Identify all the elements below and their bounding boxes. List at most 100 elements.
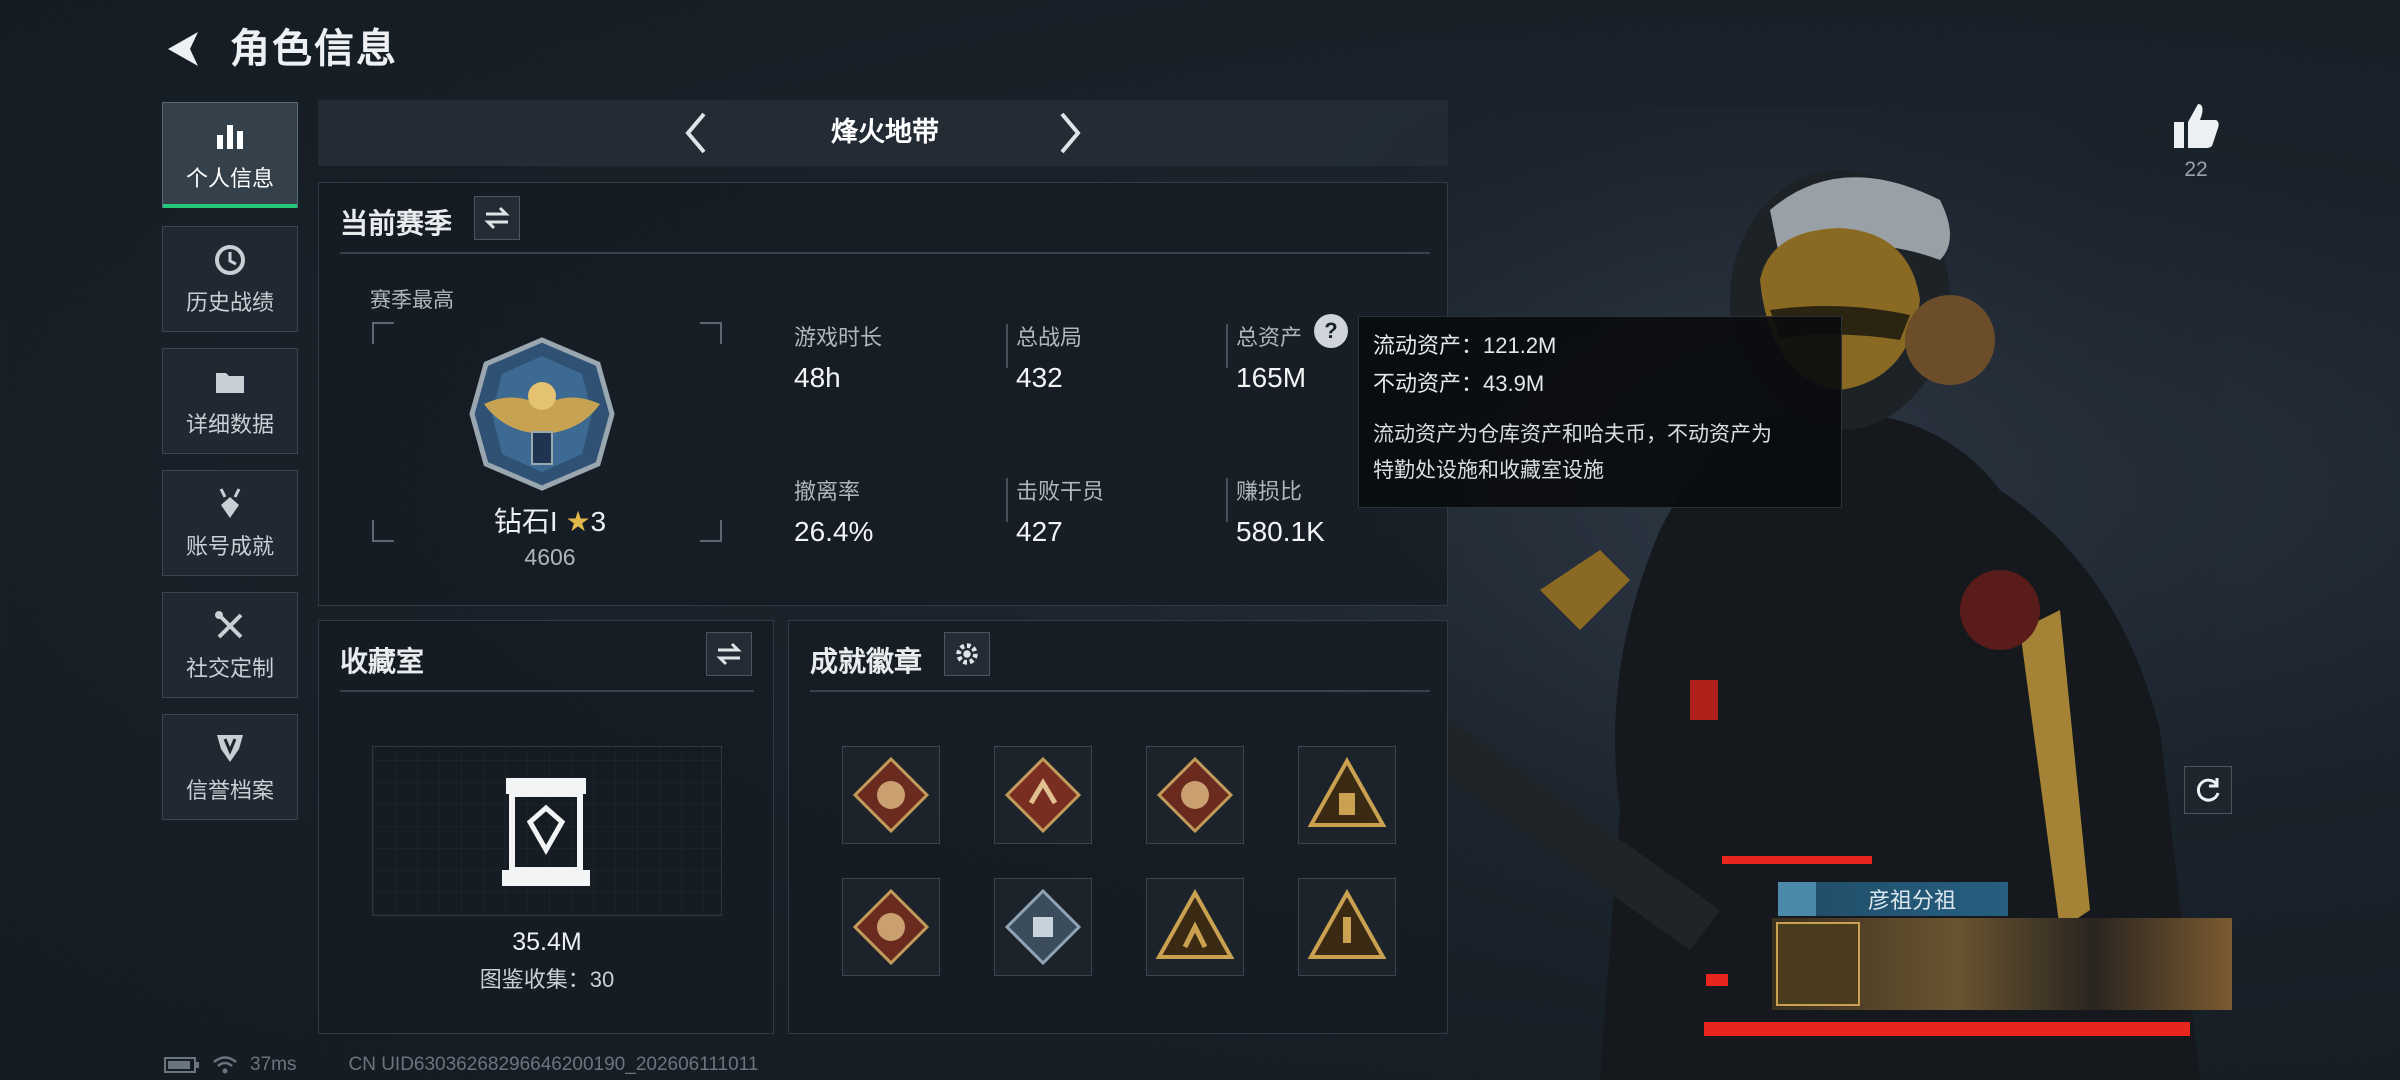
frame-corner [700, 322, 722, 344]
stat-separator [1006, 324, 1008, 368]
like-button[interactable] [2166, 96, 2226, 156]
achievement-badge[interactable] [1146, 746, 1244, 844]
sidebar-item-label: 个人信息 [185, 166, 274, 191]
sidebar-item-reputation[interactable]: 信誉档案 [162, 714, 298, 820]
swap-icon [484, 206, 510, 230]
uid-text: CN UID630362682966462001​90_202606111011 [348, 1054, 759, 1075]
status-bar: 37ms CN UID630362682966462001​90_2026061… [164, 1052, 758, 1078]
stat-label-extract-rate: 撤离率 [794, 479, 861, 504]
stat-value-profit-ratio: 580.1K [1236, 516, 1325, 547]
folder-icon [216, 373, 244, 393]
rank-stars: 3 [590, 506, 607, 537]
achievement-badge[interactable] [994, 746, 1092, 844]
sidebar-item-label: 详细数据 [185, 412, 274, 437]
tooltip-desc-2: 特勤处设施和收藏室设施 [1373, 459, 1604, 482]
sidebar-item-social-custom[interactable]: 社交定制 [162, 592, 298, 698]
triangle-badge-icon [1307, 756, 1387, 827]
sidebar-item-detailed-data[interactable]: 详细数据 [162, 348, 298, 454]
collection-value: 35.4M [512, 928, 582, 956]
divider [340, 690, 754, 692]
achievement-badge[interactable] [842, 878, 940, 976]
redaction-mark [1722, 856, 1872, 864]
season-highest-label: 赛季最高 [370, 289, 454, 312]
stat-label-playtime: 游戏时长 [794, 325, 883, 350]
collection-count: 图鉴收集：30 [479, 967, 615, 992]
dragon-badge-icon [852, 888, 930, 966]
team-avatar [1778, 882, 1816, 916]
help-icon[interactable]: ? [1314, 314, 1348, 348]
wifi-icon [213, 1056, 237, 1074]
clock-icon [215, 245, 245, 275]
stat-separator [1006, 478, 1008, 522]
stat-separator [1226, 478, 1228, 522]
stat-value-extract-rate: 26.4% [794, 516, 874, 547]
sidebar-item-personal-info[interactable]: 个人信息 [162, 102, 298, 208]
swap-icon [716, 642, 742, 666]
frame-corner [372, 520, 394, 542]
stat-separator [1226, 324, 1228, 368]
sidebar-item-account-achievements[interactable]: 账号成就 [162, 470, 298, 576]
triangle-badge-icon [1155, 888, 1235, 959]
achievement-badge[interactable] [1298, 878, 1396, 976]
team-tag: 彦祖分祖 [1778, 882, 2008, 916]
runner-badge-icon [1004, 756, 1082, 834]
thumbs-up-icon [2174, 104, 2219, 148]
tools-icon [215, 611, 243, 639]
assets-tooltip: 流动资产：121.2M 不动资产：43.9M 流动资产为仓库资产和哈夫币，不动资… [1358, 316, 1842, 508]
refresh-icon [2196, 778, 2220, 802]
season-panel-title: 当前赛季 [340, 208, 453, 239]
achievement-badge[interactable] [1298, 746, 1396, 844]
stat-value-operators-killed: 427 [1016, 516, 1063, 547]
stat-label-total-assets: 总资产 [1236, 325, 1303, 350]
achievements-panel-title: 成就徽章 [810, 646, 923, 677]
stat-value-total-assets: 165M [1236, 362, 1307, 393]
sidebar-item-label: 账号成就 [185, 534, 274, 559]
dragon-badge-icon [1156, 756, 1234, 834]
liquid-assets-line: 流动资产：121.2M [1373, 333, 1557, 358]
next-mode-button[interactable] [1050, 108, 1090, 158]
cube-badge-icon [1004, 888, 1082, 966]
fixed-assets-line: 不动资产：43.9M [1373, 371, 1545, 396]
collection-switch-button[interactable] [706, 632, 752, 676]
stat-label-total-matches: 总战局 [1016, 325, 1083, 350]
frame-corner [700, 520, 722, 542]
triangle-badge-icon [1307, 888, 1387, 959]
prev-mode-button[interactable] [676, 108, 716, 158]
achievements-settings-button[interactable] [944, 632, 990, 676]
back-arrow-icon [168, 32, 198, 66]
divider [810, 690, 1430, 692]
rank-name: 钻石I [493, 506, 558, 537]
mode-tab-title: 烽火地带 [831, 117, 939, 147]
sidebar-item-label: 社交定制 [185, 656, 274, 681]
collection-panel-title: 收藏室 [340, 646, 425, 677]
redaction-mark [1704, 1022, 2190, 1036]
shield-icon [217, 735, 243, 762]
sidebar-item-label: 信誉档案 [185, 778, 274, 803]
sidebar-item-label: 历史战绩 [185, 290, 274, 315]
trophy-case-icon [498, 774, 594, 890]
achievement-badge[interactable] [1146, 878, 1244, 976]
frame-corner [372, 322, 394, 344]
achievement-badge[interactable] [842, 746, 940, 844]
season-switch-button[interactable] [474, 196, 520, 240]
rank-name-row: 钻石I ★3 [470, 500, 630, 540]
stat-label-profit-ratio: 赚损比 [1236, 479, 1303, 504]
rotate-model-button[interactable] [2184, 766, 2232, 814]
back-button[interactable] [160, 24, 210, 74]
chevron-left-icon [685, 112, 706, 154]
achievement-badge[interactable] [994, 878, 1092, 976]
battery-icon [164, 1057, 199, 1073]
stat-label-operators-killed: 击败干员 [1016, 479, 1105, 504]
stat-value-playtime: 48h [794, 362, 841, 393]
sidebar-item-match-history[interactable]: 历史战绩 [162, 226, 298, 332]
gear-icon [956, 643, 978, 665]
rank-emblem [462, 334, 622, 494]
stat-value-total-matches: 432 [1016, 362, 1063, 393]
star-icon: ★ [565, 506, 591, 537]
ping-text: 37ms [250, 1054, 297, 1075]
divider [340, 252, 1430, 254]
chevron-right-icon [1060, 112, 1081, 154]
team-name: 彦祖分祖 [1867, 888, 1956, 913]
team-banner[interactable] [1772, 918, 2232, 1010]
dragon-badge-icon [852, 756, 930, 834]
